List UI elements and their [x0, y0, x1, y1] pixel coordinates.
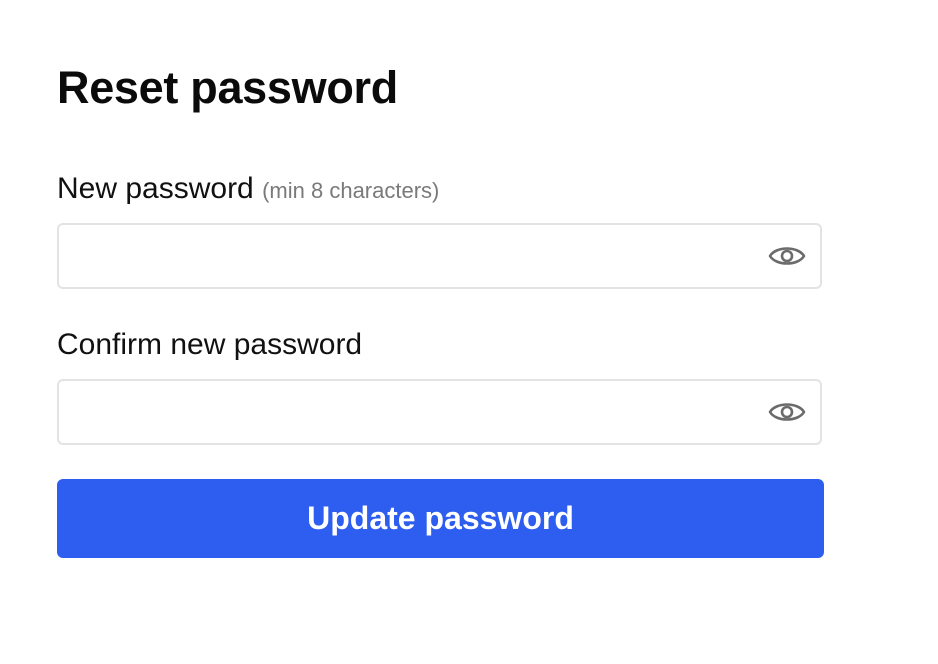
new-password-field-wrapper [57, 223, 822, 289]
update-password-button[interactable]: Update password [57, 479, 824, 558]
confirm-password-label-text: Confirm new password [57, 328, 363, 361]
new-password-input[interactable] [59, 225, 749, 287]
confirm-password-field-wrapper [57, 379, 822, 445]
new-password-label-text: New password [57, 172, 254, 205]
eye-icon[interactable] [768, 240, 806, 272]
new-password-label: New password (min 8 characters) [57, 171, 439, 209]
confirm-password-input[interactable] [59, 381, 749, 443]
page-title: Reset password [57, 62, 398, 113]
eye-icon[interactable] [768, 396, 806, 428]
confirm-password-label: Confirm new password [57, 327, 362, 363]
new-password-hint: (min 8 characters) [262, 178, 440, 203]
